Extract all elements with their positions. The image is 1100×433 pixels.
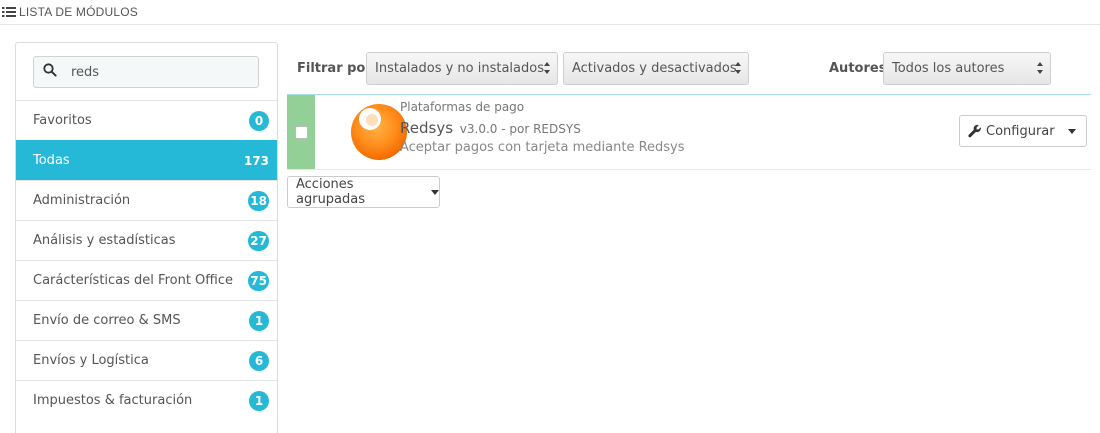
category-count-badge: 75	[248, 270, 269, 291]
category-count-badge: 1	[249, 390, 269, 411]
configure-label: Configurar	[986, 123, 1055, 139]
category-item-analisis[interactable]: Análisis y estadísticas 27	[16, 220, 277, 260]
wrench-icon	[968, 124, 982, 138]
caret-down-icon	[1068, 128, 1076, 134]
module-category: Plataformas de pago	[400, 100, 525, 114]
installed-status-bar	[287, 95, 315, 169]
bulk-actions-button[interactable]: Acciones agrupadas	[287, 176, 440, 208]
module-version: v3.0.0 - por REDSYS	[459, 122, 581, 136]
category-label: Todas	[33, 153, 70, 168]
select-arrows-icon	[735, 62, 741, 74]
category-label: Carácterísticas del Front Office	[33, 273, 234, 288]
module-select-checkbox[interactable]	[295, 126, 308, 139]
list-icon	[2, 6, 16, 18]
category-count-badge: 6	[249, 350, 269, 371]
select-arrows-icon	[544, 62, 550, 74]
category-label: Análisis y estadísticas	[33, 233, 176, 248]
select-arrows-icon	[1037, 62, 1043, 74]
installed-filter-select[interactable]: Instalados y no instalados	[366, 52, 558, 85]
configure-button[interactable]: Configurar	[960, 116, 1055, 146]
authors-filter-select[interactable]: Todos los autores	[883, 52, 1051, 85]
module-name: Redsys	[400, 119, 454, 137]
category-label: Impuestos & facturación	[33, 393, 193, 408]
page-header: Lista de módulos	[0, 0, 1100, 25]
category-list: Favoritos 0 Todas 173 Administración 18 …	[16, 100, 277, 420]
page-title: Lista de módulos	[19, 5, 139, 19]
module-search	[33, 56, 259, 88]
category-item-favoritos[interactable]: Favoritos 0	[16, 100, 277, 140]
configure-button-group: Configurar	[959, 115, 1087, 147]
category-item-impuestos[interactable]: Impuestos & facturación 1	[16, 380, 277, 420]
enabled-filter-select[interactable]: Activados y desactivados	[563, 52, 749, 85]
module-title: Redsys v3.0.0 - por REDSYS	[400, 119, 581, 137]
installed-filter-value: Instalados y no instalados	[375, 61, 544, 76]
category-label: Administración	[33, 193, 131, 208]
bulk-actions-label: Acciones agrupadas	[296, 177, 366, 207]
category-count-badge: 27	[248, 230, 269, 251]
category-item-envios[interactable]: Envíos y Logística 6	[16, 340, 277, 380]
category-item-todas[interactable]: Todas 173	[16, 140, 277, 180]
category-item-front-office[interactable]: Carácterísticas del Front Office 75	[16, 260, 277, 300]
category-label: Envíos y Logística	[33, 353, 149, 368]
authors-label: Autores	[829, 61, 887, 76]
category-count-badge: 0	[249, 110, 269, 131]
enabled-filter-value: Activados y desactivados	[572, 61, 737, 76]
filter-bar: Filtrar por Instalados y no instalados A…	[297, 52, 1067, 85]
category-count-badge: 1	[249, 310, 269, 331]
category-sidebar: Favoritos 0 Todas 173 Administración 18 …	[15, 42, 278, 433]
authors-filter-value: Todos los autores	[892, 61, 1005, 76]
search-input[interactable]	[65, 56, 259, 88]
filter-by-label: Filtrar por	[297, 61, 372, 76]
category-count-badge: 173	[243, 153, 269, 168]
module-row-redsys: Plataformas de pago Redsys v3.0.0 - por …	[287, 94, 1091, 170]
module-description: Aceptar pagos con tarjeta mediante Redsy…	[400, 140, 685, 155]
configure-dropdown-toggle[interactable]	[1058, 116, 1086, 146]
category-item-administracion[interactable]: Administración 18	[16, 180, 277, 220]
category-count-badge: 18	[248, 190, 269, 211]
search-icon	[42, 63, 57, 81]
category-label: Favoritos	[33, 113, 92, 128]
caret-down-icon	[431, 189, 439, 195]
category-label: Envío de correo & SMS	[33, 313, 181, 328]
category-item-correo-sms[interactable]: Envío de correo & SMS 1	[16, 300, 277, 340]
search-button[interactable]	[33, 56, 65, 88]
